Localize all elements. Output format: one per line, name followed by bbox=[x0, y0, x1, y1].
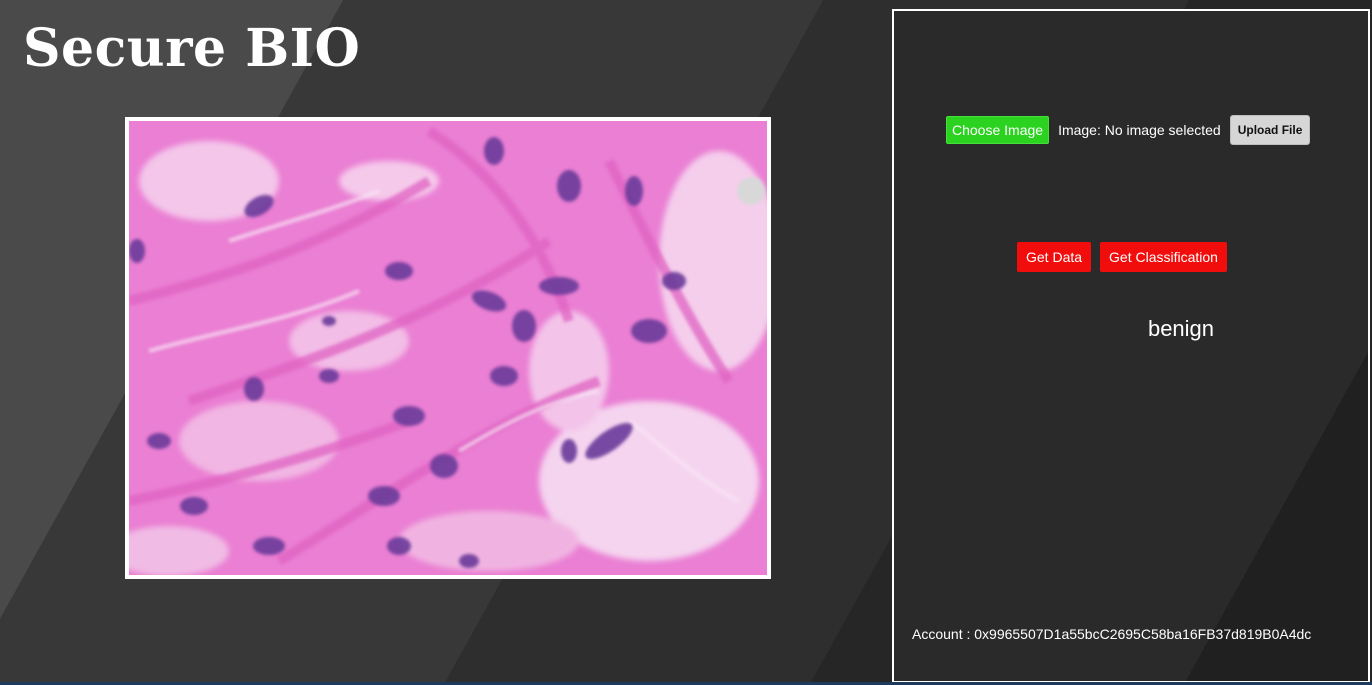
page-title: Secure BIO bbox=[23, 18, 361, 79]
choose-image-button[interactable]: Choose Image bbox=[946, 116, 1050, 144]
image-status-label: Image: No image selected bbox=[1058, 122, 1221, 138]
action-buttons: Get Data Get Classification bbox=[1017, 242, 1227, 272]
upload-file-button[interactable]: Upload File bbox=[1229, 115, 1311, 145]
control-panel: Choose Image Image: No image selected Up… bbox=[892, 9, 1370, 683]
account-address: Account : 0x9965507D1a55bcC2695C58ba16FB… bbox=[912, 626, 1312, 642]
get-classification-button[interactable]: Get Classification bbox=[1100, 242, 1227, 272]
uploaded-image-preview bbox=[125, 117, 771, 579]
classification-result: benign bbox=[1147, 316, 1215, 341]
histology-image bbox=[129, 121, 767, 575]
get-data-button[interactable]: Get Data bbox=[1017, 242, 1092, 272]
upload-row: Choose Image Image: No image selected Up… bbox=[946, 115, 1311, 145]
